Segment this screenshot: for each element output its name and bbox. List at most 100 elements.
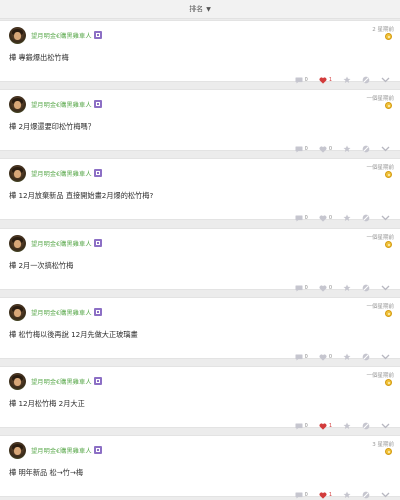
author-name[interactable]: 望月明金€購黑雞車人	[31, 377, 102, 386]
coin-icon[interactable]	[385, 448, 392, 455]
comment-button[interactable]: 0	[295, 146, 308, 153]
author-name[interactable]: 望月明金€購黑雞車人	[31, 446, 102, 455]
chevron-down-icon: ▼	[206, 5, 211, 13]
heart-icon	[319, 77, 327, 84]
post-card: 望月明金€購黑雞車人 一個星期前 樺 12月放棄新品 直接開始畫2月爆的松竹梅?…	[0, 158, 400, 222]
post-content: 樺 2月爆還要印松竹梅嗎？	[9, 122, 95, 131]
post-content: 樺 12月松竹梅 2月大正	[9, 399, 85, 408]
post-card: 望月明金€購黑雞車人 一個星期前 樺 松竹梅以後再說 12月先做大正玻璃畫 0 …	[0, 297, 400, 362]
hide-icon	[362, 284, 370, 292]
author-name[interactable]: 望月明金€購黑雞車人	[31, 100, 102, 109]
star-icon	[343, 214, 351, 221]
like-button[interactable]: 0	[319, 285, 332, 292]
comment-button[interactable]: 0	[295, 354, 308, 361]
heart-icon	[319, 146, 327, 153]
post-content: 樺 明年新品 松→竹→梅	[9, 468, 84, 477]
expand-button[interactable]	[381, 146, 390, 152]
post-content: 樺 專鍛爆出松竹梅	[9, 53, 69, 62]
coin-icon[interactable]	[385, 102, 392, 109]
comment-icon	[295, 492, 303, 498]
chevron-down-icon	[381, 423, 390, 429]
author-name[interactable]: 望月明金€購黑雞車人	[31, 169, 102, 178]
expand-button[interactable]	[381, 423, 390, 429]
coin-icon[interactable]	[385, 310, 392, 317]
avatar[interactable]	[9, 304, 26, 321]
hide-button[interactable]	[362, 491, 370, 499]
favorite-button[interactable]	[343, 76, 351, 84]
hide-icon	[362, 422, 370, 430]
post-time: 2 星期前	[372, 27, 394, 33]
coin-icon[interactable]	[385, 171, 392, 178]
heart-icon	[319, 492, 327, 499]
favorite-button[interactable]	[343, 284, 351, 292]
comment-icon	[295, 285, 303, 291]
post-actions: 0 1	[284, 421, 390, 431]
member-badge-icon	[93, 377, 102, 385]
comment-button[interactable]: 0	[295, 492, 308, 499]
like-count: 0	[328, 285, 332, 291]
hide-button[interactable]	[362, 284, 370, 292]
comment-button[interactable]: 0	[295, 423, 308, 430]
post-content: 樺 12月放棄新品 直接開始畫2月爆的松竹梅?	[9, 191, 154, 200]
avatar[interactable]	[9, 235, 26, 252]
hide-button[interactable]	[362, 145, 370, 153]
author-name[interactable]: 望月明金€購黑雞車人	[31, 239, 102, 248]
post-card: 望月明金€購黑雞車人 2 星期前 樺 專鍛爆出松竹梅 0 1	[0, 20, 400, 84]
author-name[interactable]: 望月明金€購黑雞車人	[31, 31, 102, 40]
heart-icon	[319, 285, 327, 292]
expand-button[interactable]	[381, 285, 390, 291]
coin-icon[interactable]	[385, 241, 392, 248]
avatar[interactable]	[9, 373, 26, 390]
favorite-button[interactable]	[343, 353, 351, 361]
comment-button[interactable]: 0	[295, 77, 308, 84]
chevron-down-icon	[381, 215, 390, 221]
avatar[interactable]	[9, 165, 26, 182]
comment-count: 0	[304, 492, 308, 498]
post-actions: 0 0	[284, 144, 390, 154]
star-icon	[343, 76, 351, 83]
comment-count: 0	[304, 285, 308, 291]
favorite-button[interactable]	[343, 145, 351, 153]
post-time: 一個星期前	[366, 373, 394, 379]
like-button[interactable]: 1	[319, 77, 332, 84]
post-time: 一個星期前	[366, 235, 394, 241]
chevron-down-icon	[381, 77, 390, 83]
author-name[interactable]: 望月明金€購黑雞車人	[31, 308, 102, 317]
like-button[interactable]: 0	[319, 354, 332, 361]
favorite-button[interactable]	[343, 422, 351, 430]
sort-dropdown[interactable]: 排名 ▼	[0, 0, 400, 19]
expand-button[interactable]	[381, 215, 390, 221]
avatar[interactable]	[9, 96, 26, 113]
like-button[interactable]: 1	[319, 492, 332, 499]
heart-icon	[319, 423, 327, 430]
like-button[interactable]: 0	[319, 146, 332, 153]
like-button[interactable]: 0	[319, 215, 332, 222]
member-badge-icon	[93, 308, 102, 316]
comment-button[interactable]: 0	[295, 215, 308, 222]
post-actions: 0 0	[284, 352, 390, 362]
comment-count: 0	[304, 215, 308, 221]
hide-button[interactable]	[362, 353, 370, 361]
hide-icon	[362, 76, 370, 84]
like-count: 1	[328, 423, 332, 429]
expand-button[interactable]	[381, 492, 390, 498]
coin-icon[interactable]	[385, 379, 392, 386]
member-badge-icon	[93, 31, 102, 39]
hide-button[interactable]	[362, 76, 370, 84]
star-icon	[343, 353, 351, 360]
post-time: 一個星期前	[366, 96, 394, 102]
post-actions: 0 0	[284, 283, 390, 293]
avatar[interactable]	[9, 442, 26, 459]
avatar[interactable]	[9, 27, 26, 44]
favorite-button[interactable]	[343, 214, 351, 222]
like-button[interactable]: 1	[319, 423, 332, 430]
hide-button[interactable]	[362, 214, 370, 222]
favorite-button[interactable]	[343, 491, 351, 499]
like-count: 1	[328, 492, 332, 498]
comment-button[interactable]: 0	[295, 285, 308, 292]
expand-button[interactable]	[381, 77, 390, 83]
comment-count: 0	[304, 77, 308, 83]
expand-button[interactable]	[381, 354, 390, 360]
coin-icon[interactable]	[385, 33, 392, 40]
hide-button[interactable]	[362, 422, 370, 430]
